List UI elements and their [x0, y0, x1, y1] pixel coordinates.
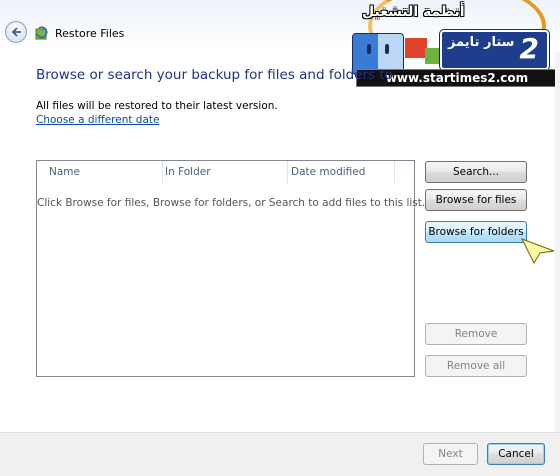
column-header-name[interactable]: Name [37, 161, 151, 183]
column-header-in-folder[interactable]: In Folder [153, 161, 278, 183]
column-header-date-modified[interactable]: Date modified [279, 161, 409, 183]
watermark-flag-green [425, 48, 441, 64]
remove-button[interactable]: Remove [425, 323, 527, 345]
choose-date-link[interactable]: Choose a different date [36, 114, 159, 126]
column-separator[interactable] [394, 161, 395, 183]
search-button[interactable]: Search... [425, 161, 527, 183]
watermark-box-logo: 2 [519, 32, 539, 65]
watermark-flag-red [405, 38, 427, 58]
remove-all-button[interactable]: Remove all [425, 355, 527, 377]
watermark-logo-box: ستار تايمز 2 [440, 30, 549, 70]
watermark-box-text: ستار تايمز [448, 35, 515, 50]
back-button[interactable] [5, 21, 27, 43]
browse-folders-button[interactable]: Browse for folders [425, 221, 527, 243]
file-list[interactable]: Name In Folder Date modified Click Brows… [36, 160, 426, 377]
window-title: Restore Files [55, 27, 125, 40]
cancel-button[interactable]: Cancel [487, 443, 545, 465]
browse-files-button[interactable]: Browse for files [425, 189, 527, 211]
restore-info-text: All files will be restored to their late… [36, 100, 278, 112]
watermark-arabic-text: أنظمة التشغيل [362, 4, 465, 20]
restore-files-icon [35, 26, 48, 40]
back-arrow-icon [11, 27, 21, 37]
next-button[interactable]: Next [423, 443, 478, 465]
page-heading: Browse or search your backup for files a… [36, 67, 393, 83]
empty-list-message: Click Browse for files, Browse for folde… [37, 197, 426, 209]
mouse-pointer-icon [520, 238, 555, 265]
